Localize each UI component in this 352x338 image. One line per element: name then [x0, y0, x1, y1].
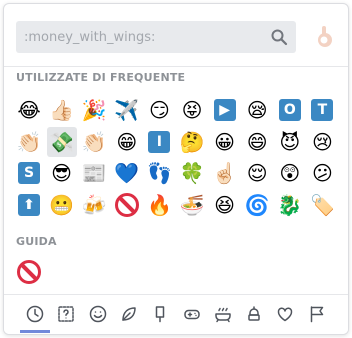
tab-people[interactable]: [84, 301, 112, 327]
emoji-t-letter[interactable]: T: [307, 95, 337, 125]
emoji-hushed[interactable]: 😲: [275, 158, 305, 188]
o-button-tile: O: [278, 99, 301, 121]
i-letter-tile: I: [148, 130, 171, 153]
emoji-sleepy[interactable]: 😪: [242, 95, 272, 125]
emoji-grinning[interactable]: 😀: [210, 127, 240, 157]
emoji-no-entry-sign[interactable]: [112, 190, 142, 220]
emoji-clap[interactable]: 👏🏻: [14, 127, 44, 157]
emoji-blue-heart[interactable]: 💙: [112, 158, 142, 188]
emoji-thumbs-up[interactable]: 👍🏻: [47, 95, 77, 125]
emoji-i-letter[interactable]: I: [144, 127, 174, 157]
emoji-o-button[interactable]: O: [275, 95, 305, 125]
emoji-party-popper[interactable]: 🎉: [79, 95, 109, 125]
emoji-arrow-up[interactable]: ⬆: [14, 190, 44, 220]
emoji-grin[interactable]: 😁: [112, 127, 142, 157]
no-entry-sign-icon: [17, 260, 41, 284]
emoji-cry[interactable]: 😢: [307, 127, 337, 157]
emoji-relieved[interactable]: 😌: [242, 158, 272, 188]
emoji-picker: UTILIZZATE DI FREQUENTE 😂👍🏻🎉✈️😏😝 ▶ 😪 OT 👏🏻💸👏…: [3, 3, 349, 335]
emoji-money-with-wings[interactable]: 💸: [46, 126, 77, 157]
arrow-up-tile: ⬆: [18, 193, 40, 216]
emoji-laughing[interactable]: 😆: [210, 190, 240, 220]
emoji-clap-alt[interactable]: 👏🏻: [79, 127, 109, 157]
popsicle-icon: [155, 306, 165, 323]
section-title-guide: GUIDA: [16, 235, 57, 248]
search-row: [16, 21, 338, 55]
tab-objects[interactable]: [240, 301, 268, 327]
tab-food[interactable]: [146, 301, 174, 327]
emoji-newspaper[interactable]: 📰: [79, 158, 109, 188]
emoji-eye-swirl[interactable]: 🌀: [242, 190, 272, 220]
arrow-forward-tile: ▶: [213, 99, 236, 121]
emoji-s-letter[interactable]: S: [14, 158, 44, 188]
category-tab-bar: [4, 294, 348, 334]
bath-icon: [215, 307, 231, 323]
emoji-smile[interactable]: 😄: [242, 127, 272, 157]
emoji-grimacing[interactable]: 😬: [47, 190, 77, 220]
clock-icon: [26, 305, 44, 323]
emoji-fire[interactable]: 🔥: [144, 190, 174, 220]
search-box[interactable]: [16, 21, 296, 53]
tab-travel[interactable]: [209, 301, 237, 327]
search-input[interactable]: [24, 21, 260, 53]
skin-tone-hand-icon[interactable]: [314, 25, 336, 49]
emoji-point-up[interactable]: ☝🏻: [210, 158, 240, 188]
emoji-smiling-imp[interactable]: 😈: [275, 127, 305, 157]
emoji-sunglasses[interactable]: 😎: [47, 158, 77, 188]
emoji-confused[interactable]: 😕: [307, 158, 337, 188]
no-entry-sign-icon: [114, 192, 139, 217]
emoji-ramen[interactable]: 🍜: [177, 190, 207, 220]
emoji-beers[interactable]: 🍻: [79, 190, 109, 220]
search-icon: [271, 29, 288, 46]
emoji-arrow-forward[interactable]: ▶: [210, 95, 240, 125]
leaf-icon: [122, 307, 136, 321]
tab-custom[interactable]: [52, 301, 80, 327]
question-box-icon: [58, 306, 75, 322]
emoji-joy[interactable]: 😂: [14, 95, 44, 125]
emoji-feet[interactable]: 👣: [144, 158, 174, 188]
emoji-stuck-out-tongue-closed-eyes[interactable]: 😝: [177, 95, 207, 125]
t-letter-tile: T: [311, 99, 334, 121]
emoji-airplane[interactable]: ✈️: [112, 95, 142, 125]
emoji-smirk[interactable]: 😏: [144, 95, 174, 125]
tab-flags[interactable]: [303, 301, 331, 327]
emoji-four-leaf-clover[interactable]: 🍀: [177, 158, 207, 188]
face-icon: [89, 305, 106, 323]
s-letter-tile: S: [18, 162, 40, 184]
emoji-dragon[interactable]: 🐉: [275, 190, 305, 220]
emoji-no-entry-sign[interactable]: [14, 257, 44, 287]
heart-icon: [278, 307, 293, 322]
search-divider: [4, 66, 348, 67]
section-title-frequent: UTILIZZATE DI FREQUENTE: [16, 71, 186, 84]
emoji-thinking[interactable]: 🤔: [177, 127, 207, 157]
lamp-icon: [248, 306, 260, 321]
emoji-custom-banner[interactable]: 🏷️: [307, 190, 337, 220]
tab-nature[interactable]: [115, 301, 143, 327]
tab-symbols[interactable]: [271, 301, 299, 327]
active-tab-indicator: [20, 330, 50, 333]
gamepad-icon: [183, 309, 200, 320]
tab-recent[interactable]: [21, 301, 49, 327]
flag-icon: [310, 306, 323, 323]
tab-activity[interactable]: [178, 301, 206, 327]
